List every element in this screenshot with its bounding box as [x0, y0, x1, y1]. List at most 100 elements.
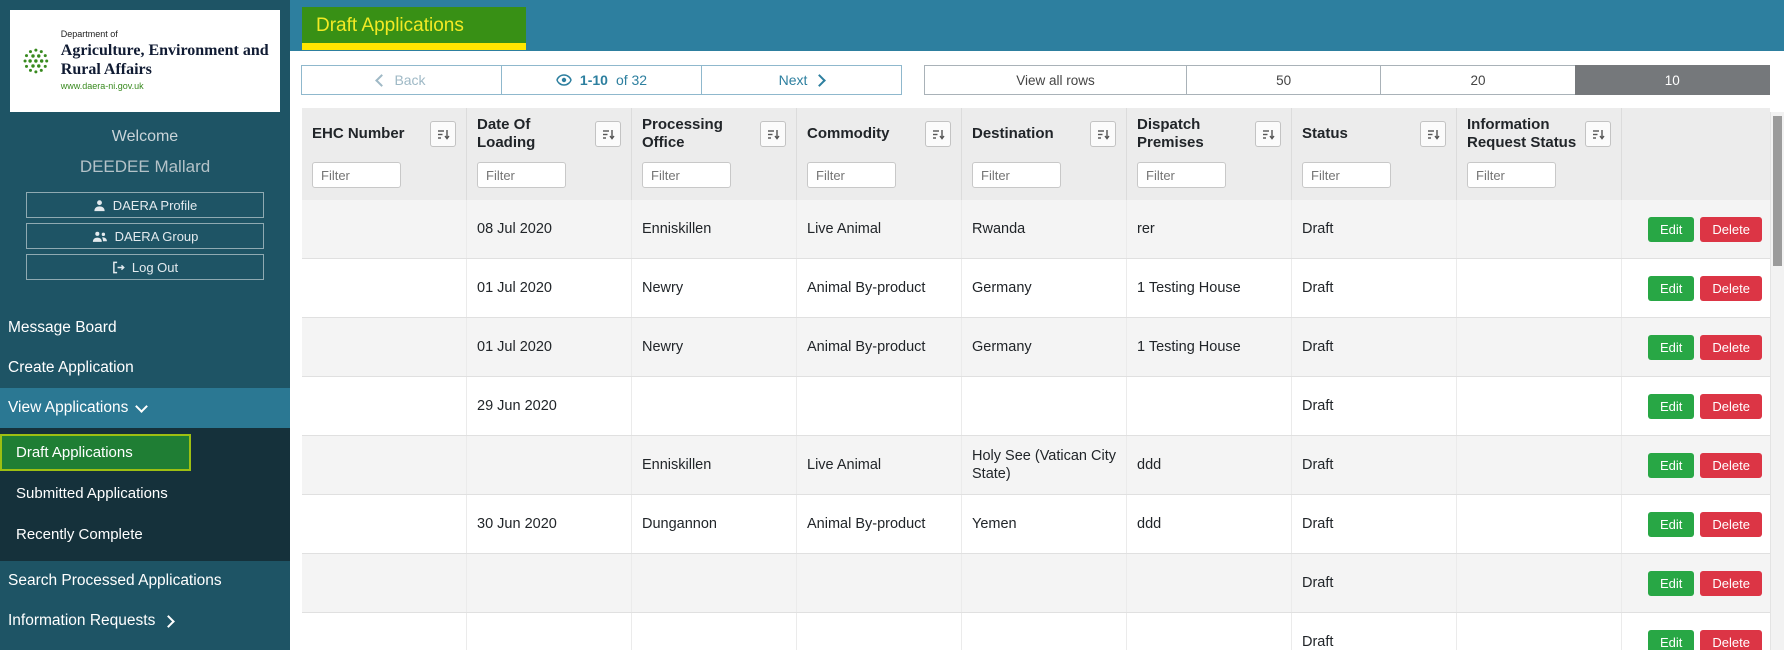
- row-actions: Edit Delete: [1622, 377, 1770, 435]
- filter-input-commodity[interactable]: [807, 162, 897, 188]
- filter-input-dispatch-premises[interactable]: [1137, 162, 1227, 188]
- table-row: 01 Jul 2020 Newry Animal By-product Germany…: [302, 259, 1770, 318]
- cell-processing-office: [632, 554, 797, 612]
- logout-icon: [112, 261, 125, 273]
- search-processed-label: Search Processed Applications: [8, 572, 222, 589]
- delete-button[interactable]: Delete: [1700, 511, 1762, 537]
- delete-button[interactable]: Delete: [1700, 570, 1762, 596]
- sort-button[interactable]: [1585, 121, 1611, 147]
- view-applications-submenu: Draft Applications Submitted Application…: [0, 428, 290, 561]
- sort-icon: [1262, 129, 1275, 140]
- sort-button[interactable]: [1255, 121, 1281, 147]
- cell-dispatch-premises: [1127, 377, 1292, 435]
- page-size-50[interactable]: 50: [1186, 65, 1382, 95]
- cell-ehc-number: [302, 259, 467, 317]
- filter-cell-date-of-loading: [467, 160, 632, 200]
- edit-button[interactable]: Edit: [1648, 216, 1695, 242]
- user-icon: [94, 199, 105, 211]
- table-row: Draft Edit Delete: [302, 554, 1770, 613]
- submitted-applications-label: Submitted Applications: [16, 485, 168, 502]
- create-application-label: Create Application: [8, 359, 134, 376]
- sort-button[interactable]: [430, 121, 456, 147]
- cell-dispatch-premises: rer: [1127, 200, 1292, 258]
- cell-date-of-loading: 08 Jul 2020: [467, 200, 632, 258]
- users-icon: [92, 231, 107, 242]
- cell-destination: [962, 554, 1127, 612]
- daera-group-label: DAERA Group: [114, 228, 199, 244]
- chevron-right-icon: [813, 73, 827, 87]
- cell-dispatch-premises: [1127, 613, 1292, 650]
- back-button[interactable]: Back: [301, 65, 502, 95]
- delete-button[interactable]: Delete: [1700, 393, 1762, 419]
- sidebar-item-submitted-applications[interactable]: Submitted Applications: [0, 473, 290, 514]
- edit-button[interactable]: Edit: [1648, 275, 1695, 301]
- log-out-label: Log Out: [131, 259, 179, 275]
- filter-input-ehc-number[interactable]: [312, 162, 402, 188]
- cell-dispatch-premises: 1 Testing House: [1127, 259, 1292, 317]
- back-label: Back: [394, 72, 426, 88]
- sort-button[interactable]: [595, 121, 621, 147]
- delete-button[interactable]: Delete: [1700, 216, 1762, 242]
- edit-button[interactable]: Edit: [1648, 570, 1695, 596]
- delete-button[interactable]: Delete: [1700, 334, 1762, 360]
- cell-destination: Yemen: [962, 495, 1127, 553]
- sort-button[interactable]: [925, 121, 951, 147]
- page-size-20[interactable]: 20: [1380, 65, 1576, 95]
- edit-button[interactable]: Edit: [1648, 334, 1695, 360]
- cell-ehc-number: [302, 377, 467, 435]
- vertical-scrollbar[interactable]: [1770, 112, 1784, 650]
- next-button[interactable]: Next: [701, 65, 902, 95]
- cell-ehc-number: [302, 200, 467, 258]
- row-actions: Edit Delete: [1622, 259, 1770, 317]
- filter-input-processing-office[interactable]: [642, 162, 732, 188]
- edit-button[interactable]: Edit: [1648, 629, 1695, 650]
- cell-ehc-number: [302, 613, 467, 650]
- column-label: Status: [1302, 125, 1348, 142]
- page-size-all[interactable]: View all rows: [924, 65, 1187, 95]
- filter-input-destination[interactable]: [972, 162, 1062, 188]
- cell-destination: Rwanda: [962, 200, 1127, 258]
- filter-cell-commodity: [797, 160, 962, 200]
- table-head: EHC Number Date Of Loading Processing Offi…: [302, 108, 1770, 200]
- edit-button[interactable]: Edit: [1648, 452, 1695, 478]
- delete-button[interactable]: Delete: [1700, 452, 1762, 478]
- column-label: Dispatch Premises: [1137, 116, 1204, 151]
- sidebar-item-search-processed-applications[interactable]: Search Processed Applications: [0, 561, 290, 601]
- sort-icon: [1097, 129, 1110, 140]
- table-filter-row: [302, 160, 1770, 200]
- sidebar-item-information-requests[interactable]: Information Requests: [0, 601, 290, 641]
- main-content: Draft Applications Back 1-10 of 32 Next: [290, 0, 1784, 650]
- delete-button[interactable]: Delete: [1700, 629, 1762, 650]
- cell-commodity: [797, 613, 962, 650]
- pagination-bar: Back 1-10 of 32 Next View all rows 50 20…: [290, 51, 1784, 95]
- sort-button[interactable]: [1420, 121, 1446, 147]
- cell-processing-office: [632, 377, 797, 435]
- sidebar-item-draft-applications[interactable]: Draft Applications: [0, 434, 192, 471]
- delete-button[interactable]: Delete: [1700, 275, 1762, 301]
- daera-group-button[interactable]: DAERA Group: [26, 223, 264, 249]
- edit-button[interactable]: Edit: [1648, 511, 1695, 537]
- filter-input-information-request-status[interactable]: [1467, 162, 1557, 188]
- sort-button[interactable]: [1090, 121, 1116, 147]
- cell-date-of-loading: [467, 554, 632, 612]
- column-header-information-request-status: Information Request Status: [1457, 108, 1622, 160]
- filter-cell-dispatch-premises: [1127, 160, 1292, 200]
- scrollbar-thumb[interactable]: [1773, 116, 1782, 266]
- log-out-button[interactable]: Log Out: [26, 254, 264, 280]
- next-label: Next: [778, 72, 808, 88]
- filter-input-status[interactable]: [1302, 162, 1392, 188]
- sidebar-item-view-applications[interactable]: View Applications: [0, 388, 290, 428]
- edit-button[interactable]: Edit: [1648, 393, 1695, 419]
- sort-button[interactable]: [760, 121, 786, 147]
- page-size-10[interactable]: 10: [1574, 65, 1770, 95]
- sidebar-item-message-board[interactable]: Message Board: [0, 308, 290, 348]
- draft-applications-label: Draft Applications: [16, 444, 133, 461]
- sidebar-item-create-application[interactable]: Create Application: [0, 348, 290, 388]
- table-row: Enniskillen Live Animal Holy See (Vatican …: [302, 436, 1770, 495]
- cell-commodity: Live Animal: [797, 200, 962, 258]
- sidebar-item-recently-complete[interactable]: Recently Complete: [0, 514, 290, 555]
- cell-date-of-loading: 01 Jul 2020: [467, 259, 632, 317]
- filter-input-date-of-loading[interactable]: [477, 162, 567, 188]
- column-header-processing-office: Processing Office: [632, 108, 797, 160]
- daera-profile-button[interactable]: DAERA Profile: [26, 192, 264, 218]
